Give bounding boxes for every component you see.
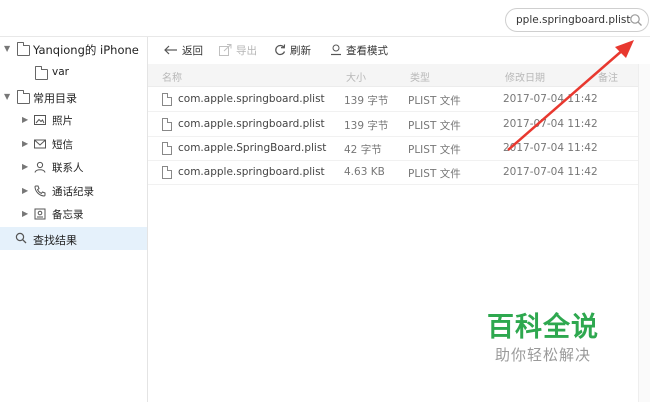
- export-icon: [219, 44, 232, 56]
- sidebar: ▼ Yanqiong的 iPhone var ▼ 常用目录 ▶ 照片 ▶ 短信 …: [0, 37, 148, 402]
- table-row[interactable]: com.apple.springboard.plist 4.63 KB PLIS…: [148, 160, 638, 185]
- table-row[interactable]: com.apple.SpringBoard.plist 42 字节 PLIST …: [148, 136, 638, 161]
- collapse-arrow-icon[interactable]: ▶: [22, 186, 28, 195]
- file-date: 2017-07-04 11:42: [503, 166, 598, 178]
- top-bar: pple.springboard.plist: [0, 0, 650, 37]
- back-arrow-icon: [164, 45, 177, 55]
- table-row[interactable]: com.apple.springboard.plist 139 字节 PLIST…: [148, 87, 638, 112]
- sidebar-item-device[interactable]: ▼ Yanqiong的 iPhone: [0, 38, 147, 60]
- file-size: 139 字节: [344, 95, 389, 107]
- search-results-label: 查找结果: [33, 234, 77, 247]
- device-label: Yanqiong的 iPhone: [33, 43, 139, 57]
- sidebar-item-photos[interactable]: ▶ 照片: [0, 109, 147, 131]
- file-type: PLIST 文件: [408, 168, 461, 180]
- collapse-arrow-icon[interactable]: ▶: [22, 209, 28, 218]
- vertical-scrollbar[interactable]: [638, 64, 650, 402]
- file-icon: [162, 142, 172, 155]
- refresh-label: 刷新: [290, 44, 311, 57]
- collapse-arrow-icon[interactable]: ▶: [22, 162, 28, 171]
- view-mode-icon: [331, 44, 341, 56]
- expand-arrow-icon[interactable]: ▼: [4, 92, 10, 101]
- file-icon: [162, 118, 172, 131]
- column-header-name[interactable]: 名称: [162, 69, 182, 84]
- expand-arrow-icon[interactable]: ▼: [4, 44, 10, 53]
- photo-icon: [34, 115, 46, 125]
- search-input-value: pple.springboard.plist: [516, 14, 631, 26]
- back-label: 返回: [182, 44, 203, 57]
- phone-icon: [34, 185, 46, 197]
- file-size: 4.63 KB: [344, 166, 385, 178]
- export-button[interactable]: 导出: [219, 43, 257, 58]
- refresh-button[interactable]: 刷新: [274, 43, 311, 58]
- folder-icon: [17, 42, 30, 56]
- file-size: 139 字节: [344, 120, 389, 132]
- file-date: 2017-07-04 11:42: [503, 142, 598, 154]
- file-icon: [162, 166, 172, 179]
- refresh-icon: [275, 44, 286, 56]
- sidebar-item-label: 联系人: [52, 162, 84, 174]
- common-dirs-label: 常用目录: [33, 92, 77, 105]
- watermark-title: 百科全说: [487, 312, 599, 343]
- column-header-date[interactable]: 修改日期: [505, 69, 545, 84]
- sidebar-item-common-dirs[interactable]: ▼ 常用目录: [0, 86, 147, 108]
- file-name: com.apple.springboard.plist: [178, 166, 325, 178]
- file-date: 2017-07-04 11:42: [503, 118, 598, 130]
- sidebar-item-memo[interactable]: ▶ 备忘录: [0, 203, 147, 225]
- sidebar-item-contacts[interactable]: ▶ 联系人: [0, 156, 147, 178]
- file-name: com.apple.springboard.plist: [178, 118, 325, 130]
- sidebar-item-var[interactable]: var: [0, 62, 147, 84]
- view-mode-label: 查看模式: [346, 44, 388, 57]
- column-header-size[interactable]: 大小: [346, 69, 366, 84]
- sidebar-item-label: 通话纪录: [52, 186, 94, 198]
- table-row[interactable]: com.apple.springboard.plist 139 字节 PLIST…: [148, 112, 638, 137]
- collapse-arrow-icon[interactable]: ▶: [22, 115, 28, 124]
- column-header-note[interactable]: 备注: [598, 69, 618, 84]
- file-type: PLIST 文件: [408, 144, 461, 156]
- table-header: 名称 大小 类型 修改日期 备注: [148, 64, 638, 87]
- memo-icon: [34, 208, 46, 220]
- person-icon: [34, 161, 46, 173]
- column-header-type[interactable]: 类型: [410, 69, 430, 84]
- sidebar-item-search-results[interactable]: 查找结果: [0, 227, 147, 250]
- file-date: 2017-07-04 11:42: [503, 93, 598, 105]
- file-type: PLIST 文件: [408, 120, 461, 132]
- search-icon: [15, 232, 27, 244]
- sidebar-item-label: 备忘录: [52, 209, 84, 221]
- export-label: 导出: [236, 44, 257, 57]
- var-label: var: [52, 66, 69, 78]
- watermark-subtitle: 助你轻松解决: [494, 346, 591, 364]
- watermark: 百科全说 助你轻松解决: [482, 312, 604, 366]
- sidebar-item-call-log[interactable]: ▶ 通话纪录: [0, 180, 147, 202]
- search-icon[interactable]: [629, 13, 643, 27]
- sidebar-item-label: 照片: [52, 115, 73, 127]
- file-name: com.apple.springboard.plist: [178, 93, 325, 105]
- folder-icon: [35, 66, 48, 80]
- collapse-arrow-icon[interactable]: ▶: [22, 139, 28, 148]
- file-name: com.apple.SpringBoard.plist: [178, 142, 327, 154]
- mail-icon: [34, 139, 46, 149]
- view-mode-button[interactable]: 查看模式: [330, 43, 388, 58]
- sidebar-item-label: 短信: [52, 139, 73, 151]
- sidebar-item-sms[interactable]: ▶ 短信: [0, 133, 147, 155]
- back-button[interactable]: 返回: [164, 43, 203, 58]
- toolbar: 返回 导出 刷新 查看模式: [148, 37, 650, 63]
- file-icon: [162, 93, 172, 106]
- search-input[interactable]: pple.springboard.plist: [505, 8, 649, 32]
- file-type: PLIST 文件: [408, 95, 461, 107]
- folder-icon: [17, 90, 30, 104]
- file-size: 42 字节: [344, 144, 382, 156]
